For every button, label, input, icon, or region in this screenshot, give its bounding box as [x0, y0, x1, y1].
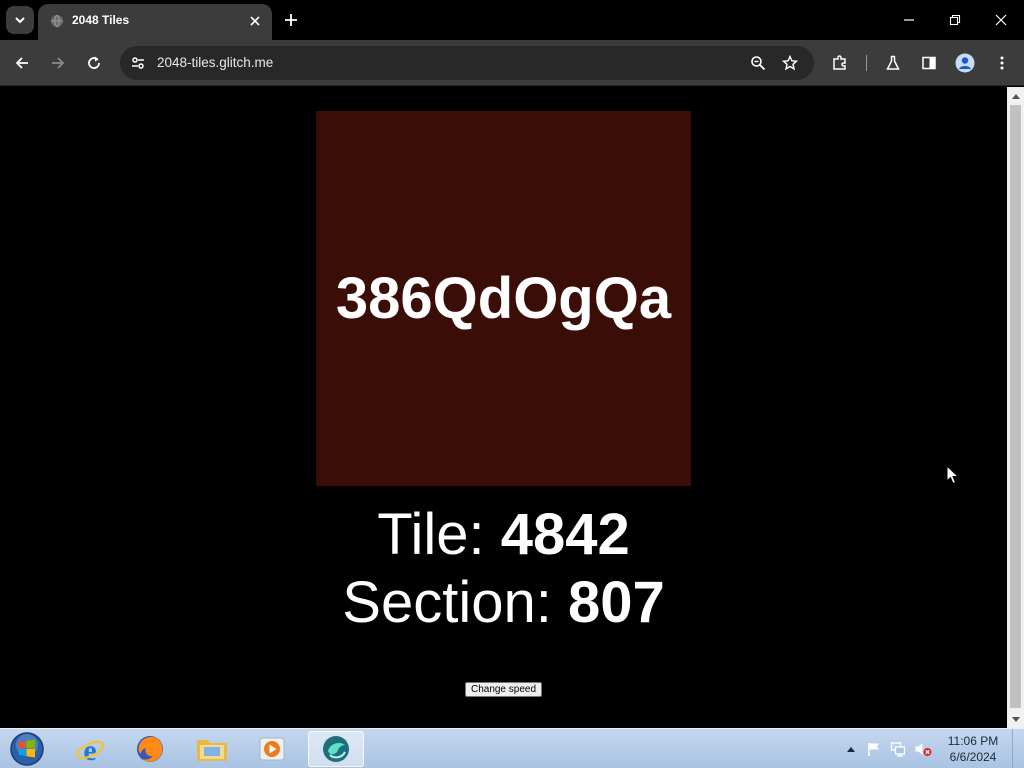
triangle-down-icon: [1011, 716, 1020, 722]
star-icon: [782, 55, 798, 71]
address-bar[interactable]: 2048-tiles.glitch.me: [120, 46, 814, 80]
toolbar-divider: [866, 55, 867, 71]
tune-icon: [132, 57, 144, 69]
reload-icon: [88, 56, 100, 69]
plus-icon: [285, 14, 297, 26]
tab-search-button[interactable]: [6, 6, 34, 34]
close-icon: [995, 14, 1007, 26]
triangle-up-icon: [847, 747, 855, 752]
taskbar-firefox[interactable]: [122, 731, 178, 767]
clock-time: 11:06 PM: [947, 734, 999, 748]
active-tab[interactable]: 2048 Tiles: [38, 4, 272, 40]
page-viewport: 386QdOgQa Tile: 4842 Section: 807 Change…: [0, 87, 1007, 728]
chevron-down-icon: [15, 17, 25, 24]
close-window-button[interactable]: [987, 6, 1015, 34]
globe-icon: [51, 14, 63, 28]
windows-taskbar: e 11:06 PM 6/6/2024: [0, 728, 1024, 768]
file-explorer-icon: [197, 740, 227, 761]
section-counter: Section: 807: [0, 569, 1007, 637]
side-panel-icon: [922, 56, 936, 70]
minimize-icon: [904, 19, 914, 21]
restore-button[interactable]: [941, 6, 969, 34]
close-icon: [250, 16, 260, 26]
puzzle-icon: [833, 55, 846, 70]
avatar-icon: [955, 53, 975, 73]
app-icon: [323, 736, 349, 762]
minimize-button[interactable]: [895, 6, 923, 34]
url-text[interactable]: 2048-tiles.glitch.me: [157, 55, 273, 70]
tab-title: 2048 Tiles: [72, 13, 130, 27]
tile-label: Tile:: [377, 502, 501, 567]
scroll-down-button[interactable]: [1007, 711, 1024, 728]
tile-number: 4842: [500, 502, 630, 567]
back-button[interactable]: [9, 50, 35, 76]
zoom-button[interactable]: [748, 53, 768, 73]
new-tab-button[interactable]: [280, 9, 302, 31]
show-desktop-button[interactable]: [1012, 729, 1024, 768]
taskbar-clock[interactable]: 11:06 PM 6/6/2024: [940, 733, 1006, 765]
bookmark-button[interactable]: [780, 53, 800, 73]
taskbar-media-player[interactable]: [244, 731, 300, 767]
network-icon: [890, 742, 906, 757]
taskbar-file-explorer[interactable]: [184, 731, 240, 767]
internet-explorer-icon: e: [75, 734, 105, 765]
change-speed-button[interactable]: Change speed: [465, 682, 542, 697]
site-info-button[interactable]: [128, 53, 148, 73]
profile-button[interactable]: [952, 50, 978, 76]
mouse-cursor-icon: [946, 465, 960, 485]
restore-icon: [949, 14, 961, 26]
taskbar-active-app[interactable]: [308, 731, 364, 767]
tile-counter: Tile: 4842: [0, 501, 1007, 569]
scroll-thumb[interactable]: [1010, 105, 1021, 708]
start-button[interactable]: [8, 731, 46, 767]
firefox-icon: [137, 736, 163, 762]
volume-muted-icon: [915, 743, 932, 756]
media-player-icon: [259, 737, 285, 761]
arrow-right-icon: [52, 57, 65, 69]
game-tile: 386QdOgQa: [316, 111, 691, 486]
vertical-scrollbar[interactable]: [1007, 87, 1024, 728]
clock-date: 6/6/2024: [949, 750, 997, 764]
tile-code: 386QdOgQa: [335, 266, 672, 331]
forward-button[interactable]: [45, 50, 71, 76]
arrow-left-icon: [15, 57, 28, 69]
volume-button[interactable]: [912, 729, 934, 768]
windows-logo-icon: [10, 732, 44, 766]
show-hidden-icons-button[interactable]: [844, 729, 858, 768]
flask-icon: [886, 55, 900, 70]
menu-button[interactable]: [989, 50, 1015, 76]
section-label: Section:: [342, 570, 568, 635]
taskbar-internet-explorer[interactable]: e: [62, 731, 118, 767]
side-panel-button[interactable]: [916, 50, 942, 76]
more-vertical-icon: [1000, 56, 1004, 70]
network-button[interactable]: [888, 729, 908, 768]
reload-button[interactable]: [81, 50, 107, 76]
extensions-button[interactable]: [827, 50, 853, 76]
labs-button[interactable]: [880, 50, 906, 76]
tab-strip: 2048 Tiles: [0, 0, 1024, 40]
tab-close-button[interactable]: [246, 12, 264, 30]
svg-text:e: e: [83, 734, 96, 765]
triangle-up-icon: [1011, 93, 1020, 99]
section-number: 807: [567, 570, 665, 635]
browser-toolbar: 2048-tiles.glitch.me: [0, 40, 1024, 86]
action-center-button[interactable]: [864, 729, 884, 768]
flag-icon: [868, 743, 879, 756]
scroll-up-button[interactable]: [1007, 87, 1024, 104]
zoom-out-icon: [751, 56, 766, 71]
